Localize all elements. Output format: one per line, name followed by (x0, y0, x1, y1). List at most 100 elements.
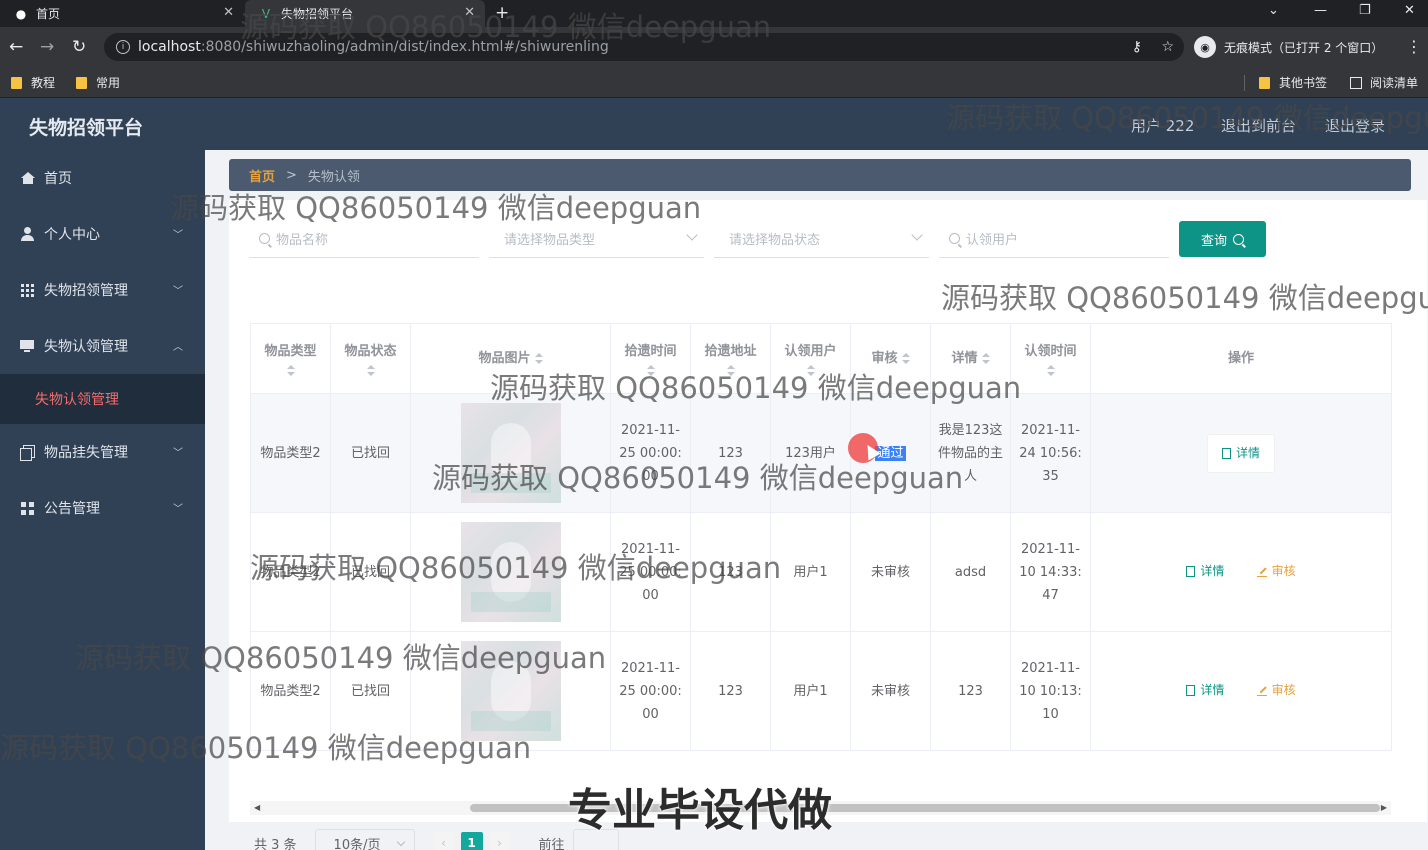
table-row[interactable]: 物品类型2 已找回 2021-11-25 00:00:00 123 用户1 未审… (250, 512, 1392, 632)
claim-user-placeholder: 认领用户 (966, 233, 1019, 248)
audit-button[interactable]: 审核 (1256, 560, 1296, 583)
app-header: 失物招领平台 用户 222 退出到前台 退出登录 (0, 98, 1428, 150)
url-input[interactable]: i localhost:8080/shiwuzhaoling/admin/dis… (104, 33, 1184, 61)
chevron-down-icon (396, 837, 405, 847)
cell-type: 物品类型2 (250, 631, 331, 751)
bookmarks-bar: 教程 常用 其他书签 阅读清单 (0, 67, 1428, 98)
sidebar-item-lost-found[interactable]: 失物招领管理 ﹀ (0, 262, 205, 318)
cell-claim-user: 用户1 (770, 631, 851, 751)
edit-icon (1256, 567, 1267, 577)
site-info-icon[interactable]: i (116, 40, 130, 54)
audit-button[interactable]: 审核 (1256, 679, 1296, 702)
cell-type: 物品类型2 (250, 512, 331, 632)
sidebar-item-claim[interactable]: 失物认领管理 ︿ (0, 318, 205, 374)
table-row[interactable]: 物品类型2 已找回 2021-11-25 00:00:00 123 用户1 未审… (250, 631, 1392, 751)
cell-claim-user: 123用户 (770, 393, 851, 513)
back-to-front-link[interactable]: 退出到前台 (1221, 115, 1296, 136)
scroll-left-icon[interactable]: ◀ (254, 803, 260, 812)
promo-banner: 专业毕设代做 (568, 785, 832, 836)
col-header-detail[interactable]: 详情 (930, 323, 1011, 394)
sort-icon[interactable] (981, 352, 990, 365)
query-button[interactable]: 查询 (1179, 221, 1266, 257)
document-icon (1186, 565, 1196, 577)
reading-list[interactable]: 阅读清单 (1350, 74, 1418, 91)
col-header-image[interactable]: 物品图片 (410, 323, 611, 394)
home-icon (19, 170, 35, 186)
table-header-row: 物品类型 物品状态 物品图片 拾遗时间 拾遗地址 认领用户 审核 详情 认领时间… (250, 323, 1392, 394)
maximize-icon[interactable]: ❐ (1359, 3, 1371, 18)
col-header-status[interactable]: 物品状态 (330, 323, 411, 394)
table-row[interactable]: 物品类型2 已找回 2021-11-25 00:00:00 123 123用户 … (250, 393, 1392, 513)
detail-button[interactable]: 详情 (1186, 560, 1224, 583)
query-label: 查询 (1200, 233, 1227, 249)
bookmark-folder[interactable]: 常用 (76, 74, 120, 91)
sort-icon[interactable] (806, 365, 815, 377)
sort-icon[interactable] (901, 352, 910, 365)
chevron-down-icon: ﹀ (173, 504, 183, 515)
sort-icon[interactable] (534, 352, 543, 365)
logout-link[interactable]: 退出登录 (1325, 115, 1385, 136)
close-icon[interactable]: ✕ (223, 5, 234, 20)
reload-icon[interactable]: ↻ (72, 37, 86, 57)
next-page-button[interactable]: › (488, 832, 511, 850)
page-number-current[interactable]: 1 (460, 832, 483, 850)
search-icon (949, 233, 960, 244)
cell-found-address: 123 (690, 631, 771, 751)
sort-icon[interactable] (646, 365, 655, 377)
window-close-icon[interactable]: ✕ (1404, 3, 1415, 18)
tab-search-icon[interactable]: ⌄ (1268, 3, 1279, 18)
sort-icon[interactable] (1046, 365, 1055, 377)
incognito-indicator[interactable]: ◉ 无痕模式（已打开 2 个窗口） (1194, 35, 1383, 59)
cell-detail: 123 (930, 631, 1011, 751)
sort-icon[interactable] (366, 365, 375, 377)
breadcrumb-home[interactable]: 首页 (249, 166, 275, 185)
url-path: :8080/shiwuzhaoling/admin/dist/index.htm… (200, 39, 609, 55)
cell-found-time: 2021-11-25 00:00:00 (610, 631, 691, 751)
cell-actions: 详情 (1090, 393, 1392, 513)
sidebar: 首页 个人中心 ﹀ 失物招领管理 ﹀ 失物认领管理 ︿ 失物认领管理 物品挂失管… (0, 150, 205, 850)
item-status-select[interactable]: 请选择物品状态 (714, 220, 929, 258)
sidebar-item-notice[interactable]: 公告管理 ﹀ (0, 480, 205, 536)
col-header-found-address[interactable]: 拾遗地址 (690, 323, 771, 394)
item-name-placeholder: 物品名称 (276, 233, 329, 248)
col-header-claim-time[interactable]: 认领时间 (1010, 323, 1091, 394)
cell-found-address: 123 (690, 512, 771, 632)
sidebar-item-loss-report[interactable]: 物品挂失管理 ﹀ (0, 424, 205, 480)
minimize-icon[interactable]: — (1314, 3, 1327, 18)
sidebar-item-home[interactable]: 首页 (0, 150, 205, 206)
sort-icon[interactable] (286, 365, 295, 377)
page-size-select[interactable]: 10条/页 (314, 829, 415, 850)
claim-user-input[interactable]: 认领用户 (939, 220, 1169, 258)
detail-button[interactable]: 详情 (1206, 433, 1275, 473)
col-header-audit[interactable]: 审核 (850, 323, 931, 394)
more-menu-icon[interactable]: ⋮ (1406, 37, 1422, 56)
star-icon[interactable]: ☆ (1161, 39, 1174, 55)
prev-page-button[interactable]: ‹ (432, 832, 455, 850)
other-bookmarks[interactable]: 其他书签 (1259, 74, 1327, 91)
chevron-down-icon: ﹀ (173, 286, 183, 297)
col-header-found-time[interactable]: 拾遗时间 (610, 323, 691, 394)
browser-tab-home[interactable]: ● 首页 ✕ (0, 0, 244, 27)
item-photo (460, 403, 561, 503)
sidebar-item-label: 公告管理 (44, 501, 100, 517)
item-type-select[interactable]: 请选择物品类型 (489, 220, 704, 258)
col-header-type[interactable]: 物品类型 (250, 323, 331, 394)
sidebar-item-personal[interactable]: 个人中心 ﹀ (0, 206, 205, 262)
pagination: 共 3 条 10条/页 ‹ 1 › 前往 (254, 829, 619, 850)
col-header-claim-user[interactable]: 认领用户 (770, 323, 851, 394)
new-tab-icon[interactable]: + (495, 3, 509, 23)
scroll-right-icon[interactable]: ▶ (1381, 803, 1387, 812)
browser-tab-app[interactable]: V 失物招领平台 ✕ (245, 0, 485, 27)
main-area: 首页 > 失物认领 物品名称 请选择物品类型 请选择物品状态 认领用户 查询 物… (205, 150, 1428, 850)
item-name-input[interactable]: 物品名称 (249, 220, 479, 258)
cell-audit: 未审核 (850, 631, 931, 751)
close-icon[interactable]: ✕ (464, 5, 475, 20)
detail-button[interactable]: 详情 (1186, 679, 1224, 702)
bookmark-folder[interactable]: 教程 (11, 74, 55, 91)
sidebar-subitem-claim-manage[interactable]: 失物认领管理 (0, 374, 205, 424)
back-icon[interactable]: ← (9, 37, 23, 57)
key-icon[interactable]: ⚷ (1132, 39, 1142, 55)
cell-status: 已找回 (330, 631, 411, 751)
forward-icon[interactable]: → (40, 37, 54, 57)
sort-icon[interactable] (726, 365, 735, 377)
